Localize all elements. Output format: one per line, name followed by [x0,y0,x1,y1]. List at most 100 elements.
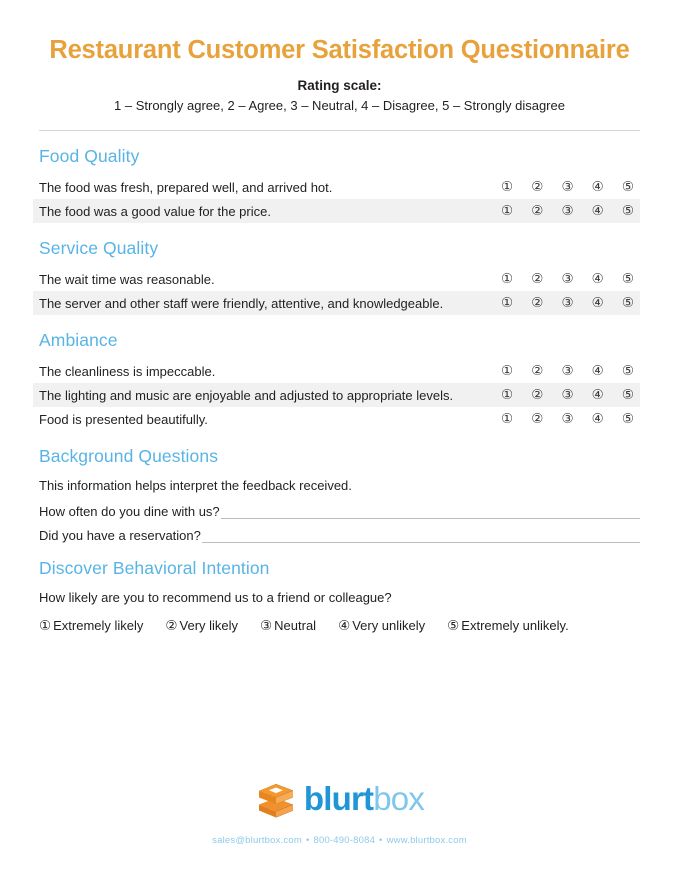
footer-separator-1: • [305,835,310,846]
question-text: Food is presented beautifully. [39,411,208,427]
question-text: The cleanliness is impeccable. [39,363,216,379]
background-field-input[interactable] [220,505,640,520]
rating-option-4[interactable]: ④ [592,180,604,195]
rating-option-3[interactable]: ③ [561,388,573,403]
section-heading-background: Background Questions [39,446,219,467]
rating-option-5[interactable]: ⑤ [622,272,634,287]
rating-option-4[interactable]: ④ [592,364,604,379]
rating-option-4[interactable]: ④ [592,412,604,427]
section-behavioral-intention: Discover Behavioral Intention How likely… [39,558,640,634]
rating-option-1[interactable]: ① [501,364,513,379]
question-row: Food is presented beautifully. ① ② ③ ④ ⑤ [33,407,640,431]
question-row: The lighting and music are enjoyable and… [33,383,640,408]
behavioral-option-mark: ④ [338,618,351,635]
section-ambiance: Ambiance The cleanliness is impeccable. ① ②… [33,330,640,431]
rating-option-5[interactable]: ⑤ [622,364,634,379]
behavioral-option-mark: ① [39,618,52,635]
behavioral-question-text: How likely are you to recommend us to a … [39,590,392,606]
rating-scale-options: ① ② ③ ④ ⑤ [501,204,640,219]
behavioral-option-5[interactable]: ⑤ Extremely unlikely. [447,618,569,634]
rating-scale-options: ① ② ③ ④ ⑤ [501,272,640,287]
rating-option-3[interactable]: ③ [561,412,573,427]
question-text: The wait time was reasonable. [39,271,215,287]
rating-scale-options: ① ② ③ ④ ⑤ [501,412,640,427]
question-row: The food was fresh, prepared well, and a… [33,175,640,199]
rating-option-1[interactable]: ① [501,272,513,287]
behavioral-option-label: Neutral [274,618,317,634]
question-row: The wait time was reasonable. ① ② ③ ④ ⑤ [33,267,640,291]
behavioral-option-2[interactable]: ② Very likely [165,618,238,634]
section-heading: Food Quality [39,146,140,167]
rating-option-5[interactable]: ⑤ [622,204,634,219]
question-text: The food was a good value for the price. [39,203,271,219]
sections-container: Food Quality The food was fresh, prepared… [33,146,640,431]
background-field-label: Did you have a reservation? [39,528,201,544]
footer-phone[interactable]: 800-490-8084 [313,835,375,846]
section-background-questions: Background Questions This information he… [39,446,640,544]
brand-word-light: box [373,779,425,817]
rating-option-5[interactable]: ⑤ [622,296,634,311]
rating-scale-values: 1 – Strongly agree, 2 – Agree, 3 – Neutr… [114,98,565,114]
rating-option-1[interactable]: ① [501,204,513,219]
background-field-input[interactable] [201,529,640,544]
footer-email[interactable]: sales@blurtbox.com [212,835,302,846]
rating-option-5[interactable]: ⑤ [622,412,634,427]
page-title: Restaurant Customer Satisfaction Questio… [49,36,630,64]
footer-contact: sales@blurtbox.com • 800-490-8084 • www.blur… [0,835,679,846]
rating-option-3[interactable]: ③ [561,180,573,195]
background-field-label: How often do you dine with us? [39,504,220,520]
rating-scale-options: ① ② ③ ④ ⑤ [501,180,640,195]
behavioral-option-4[interactable]: ④ Very unlikely [338,618,425,634]
rating-option-1[interactable]: ① [501,388,513,403]
question-row: The server and other staff were friendly… [33,291,640,316]
rating-option-2[interactable]: ② [531,272,543,287]
section-service-quality: Service Quality The wait time was reasona… [33,238,640,316]
rating-option-4[interactable]: ④ [592,296,604,311]
behavioral-option-1[interactable]: ① Extremely likely [39,618,143,634]
rating-option-4[interactable]: ④ [592,204,604,219]
footer-website[interactable]: www.blurtbox.com [387,835,467,846]
rating-option-2[interactable]: ② [531,296,543,311]
rating-option-4[interactable]: ④ [592,272,604,287]
section-heading-behavioral: Discover Behavioral Intention [39,558,270,579]
background-intro-text: This information helps interpret the fee… [39,478,352,494]
rating-option-2[interactable]: ② [531,364,543,379]
rating-scale-label: Rating scale: [297,78,382,94]
rating-option-2[interactable]: ② [531,388,543,403]
rating-option-1[interactable]: ① [501,296,513,311]
question-text: The server and other staff were friendly… [39,295,444,311]
rating-option-1[interactable]: ① [501,180,513,195]
rating-option-3[interactable]: ③ [561,272,573,287]
background-fields: How often do you dine with us? Did you ha… [39,504,640,544]
rating-scale-options: ① ② ③ ④ ⑤ [501,296,640,311]
rating-option-5[interactable]: ⑤ [622,180,634,195]
rating-option-3[interactable]: ③ [561,296,573,311]
question-text: The lighting and music are enjoyable and… [39,387,454,403]
behavioral-option-label: Very unlikely [352,618,426,634]
behavioral-option-mark: ③ [260,618,273,635]
questionnaire-page: Restaurant Customer Satisfaction Questio… [0,0,679,878]
rating-option-2[interactable]: ② [531,412,543,427]
question-row: The food was a good value for the price.… [33,199,640,224]
rating-scale-options: ① ② ③ ④ ⑤ [501,364,640,379]
behavioral-option-3[interactable]: ③ Neutral [260,618,316,634]
background-field-row: How often do you dine with us? [39,504,640,520]
question-text: The food was fresh, prepared well, and a… [39,179,333,195]
behavioral-options: ① Extremely likely ② Very likely ③ Neutral ④ Ve… [39,618,640,634]
rating-scale-options: ① ② ③ ④ ⑤ [501,388,640,403]
rating-option-3[interactable]: ③ [561,364,573,379]
brand-word-bold: blurt [303,779,374,817]
rating-option-2[interactable]: ② [531,204,543,219]
box-logo-icon [258,784,293,818]
behavioral-option-label: Very likely [179,618,239,634]
header-divider [39,130,640,132]
footer: blurtbox sales@blurtbox.com • 800-490-8084… [0,778,679,847]
behavioral-option-mark: ② [165,618,178,635]
rating-option-5[interactable]: ⑤ [622,388,634,403]
rating-option-1[interactable]: ① [501,412,513,427]
rating-option-2[interactable]: ② [531,180,543,195]
rating-option-3[interactable]: ③ [561,204,573,219]
behavioral-option-label: Extremely likely [53,618,144,634]
section-heading: Service Quality [39,238,159,259]
rating-option-4[interactable]: ④ [592,388,604,403]
